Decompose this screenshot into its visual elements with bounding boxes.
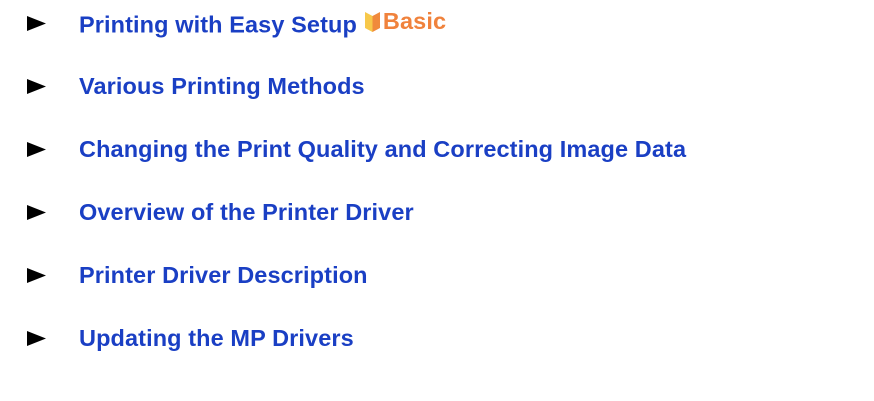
basic-badge: Basic — [364, 8, 446, 35]
list-item: Printing with Easy Setup Basic — [0, 5, 870, 41]
link-updating-mp-drivers[interactable]: Updating the MP Drivers — [79, 325, 354, 352]
arrow-bullet-icon — [27, 267, 46, 283]
list-item: Overview of the Printer Driver — [0, 194, 870, 230]
list-item: Updating the MP Drivers — [0, 320, 870, 356]
link-label: Printing with Easy Setup — [79, 11, 357, 38]
beginner-leaf-icon — [364, 11, 381, 33]
list-item: Various Printing Methods — [0, 68, 870, 104]
link-printing-with-easy-setup[interactable]: Printing with Easy Setup Basic — [79, 8, 446, 39]
basic-label: Basic — [382, 7, 447, 34]
arrow-bullet-icon — [27, 330, 46, 346]
link-printer-driver-description[interactable]: Printer Driver Description — [79, 262, 368, 289]
link-various-printing-methods[interactable]: Various Printing Methods — [79, 73, 365, 100]
link-overview-printer-driver[interactable]: Overview of the Printer Driver — [79, 199, 414, 226]
arrow-bullet-icon — [27, 78, 46, 94]
arrow-bullet-icon — [27, 15, 46, 31]
arrow-bullet-icon — [27, 141, 46, 157]
arrow-bullet-icon — [27, 204, 46, 220]
list-item: Printer Driver Description — [0, 257, 870, 293]
link-changing-print-quality[interactable]: Changing the Print Quality and Correctin… — [79, 136, 686, 163]
list-item: Changing the Print Quality and Correctin… — [0, 131, 870, 167]
